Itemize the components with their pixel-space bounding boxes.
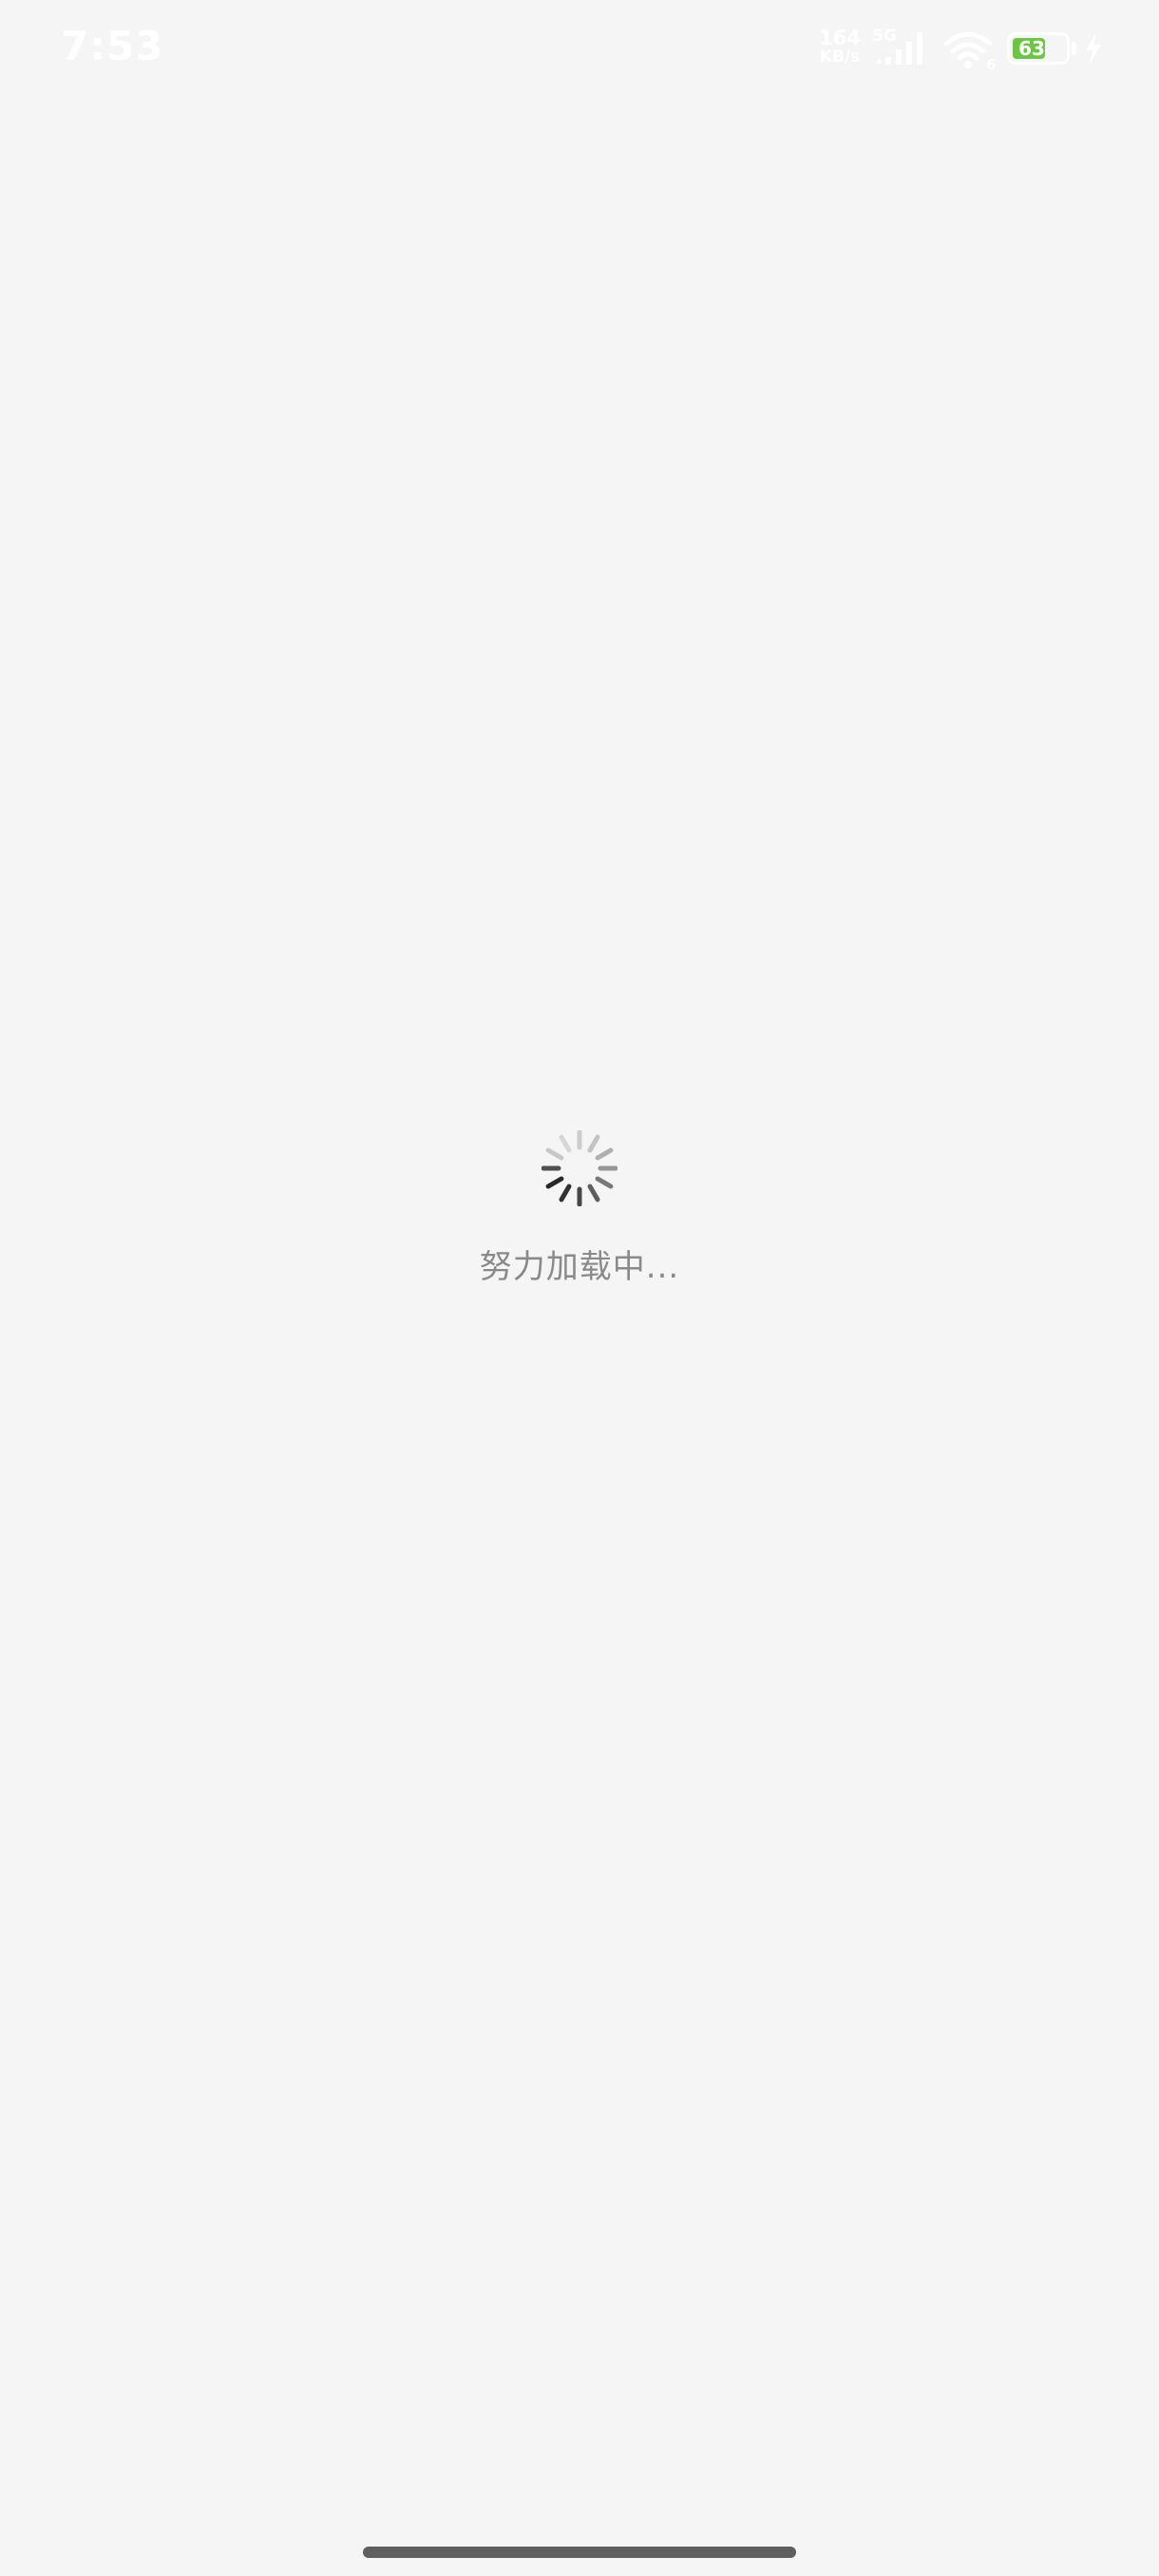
wifi-icon: 6: [942, 28, 998, 73]
spinner-tick: [545, 1176, 564, 1189]
status-time: 7:53: [61, 23, 164, 69]
battery-level: 63: [1018, 37, 1045, 60]
network-speed-unit: KB/s: [819, 47, 861, 66]
spinner-tick: [559, 1134, 572, 1153]
signal-bars-icon: 5G: [872, 27, 933, 66]
loading-spinner-icon: [541, 1129, 618, 1207]
loading-text: 努力加载中...: [479, 1248, 680, 1286]
spinner-tick: [595, 1147, 614, 1161]
network-speed: 164 KB/s: [813, 27, 866, 67]
network-speed-value: 164: [819, 27, 861, 49]
spinner-tick: [559, 1184, 572, 1203]
battery-icon: 63: [1007, 32, 1070, 65]
battery-cap: [1072, 42, 1076, 55]
charging-bolt-icon: [1083, 32, 1104, 65]
spinner-tick: [587, 1134, 600, 1153]
wifi-badge: 6: [986, 56, 996, 70]
spinner-tick: [545, 1147, 564, 1161]
spinner-tick: [595, 1176, 614, 1189]
home-indicator[interactable]: [363, 2547, 796, 2558]
status-bar: 7:53 164 KB/s 5G 6 63: [0, 0, 1159, 99]
spinner-tick: [587, 1184, 600, 1203]
